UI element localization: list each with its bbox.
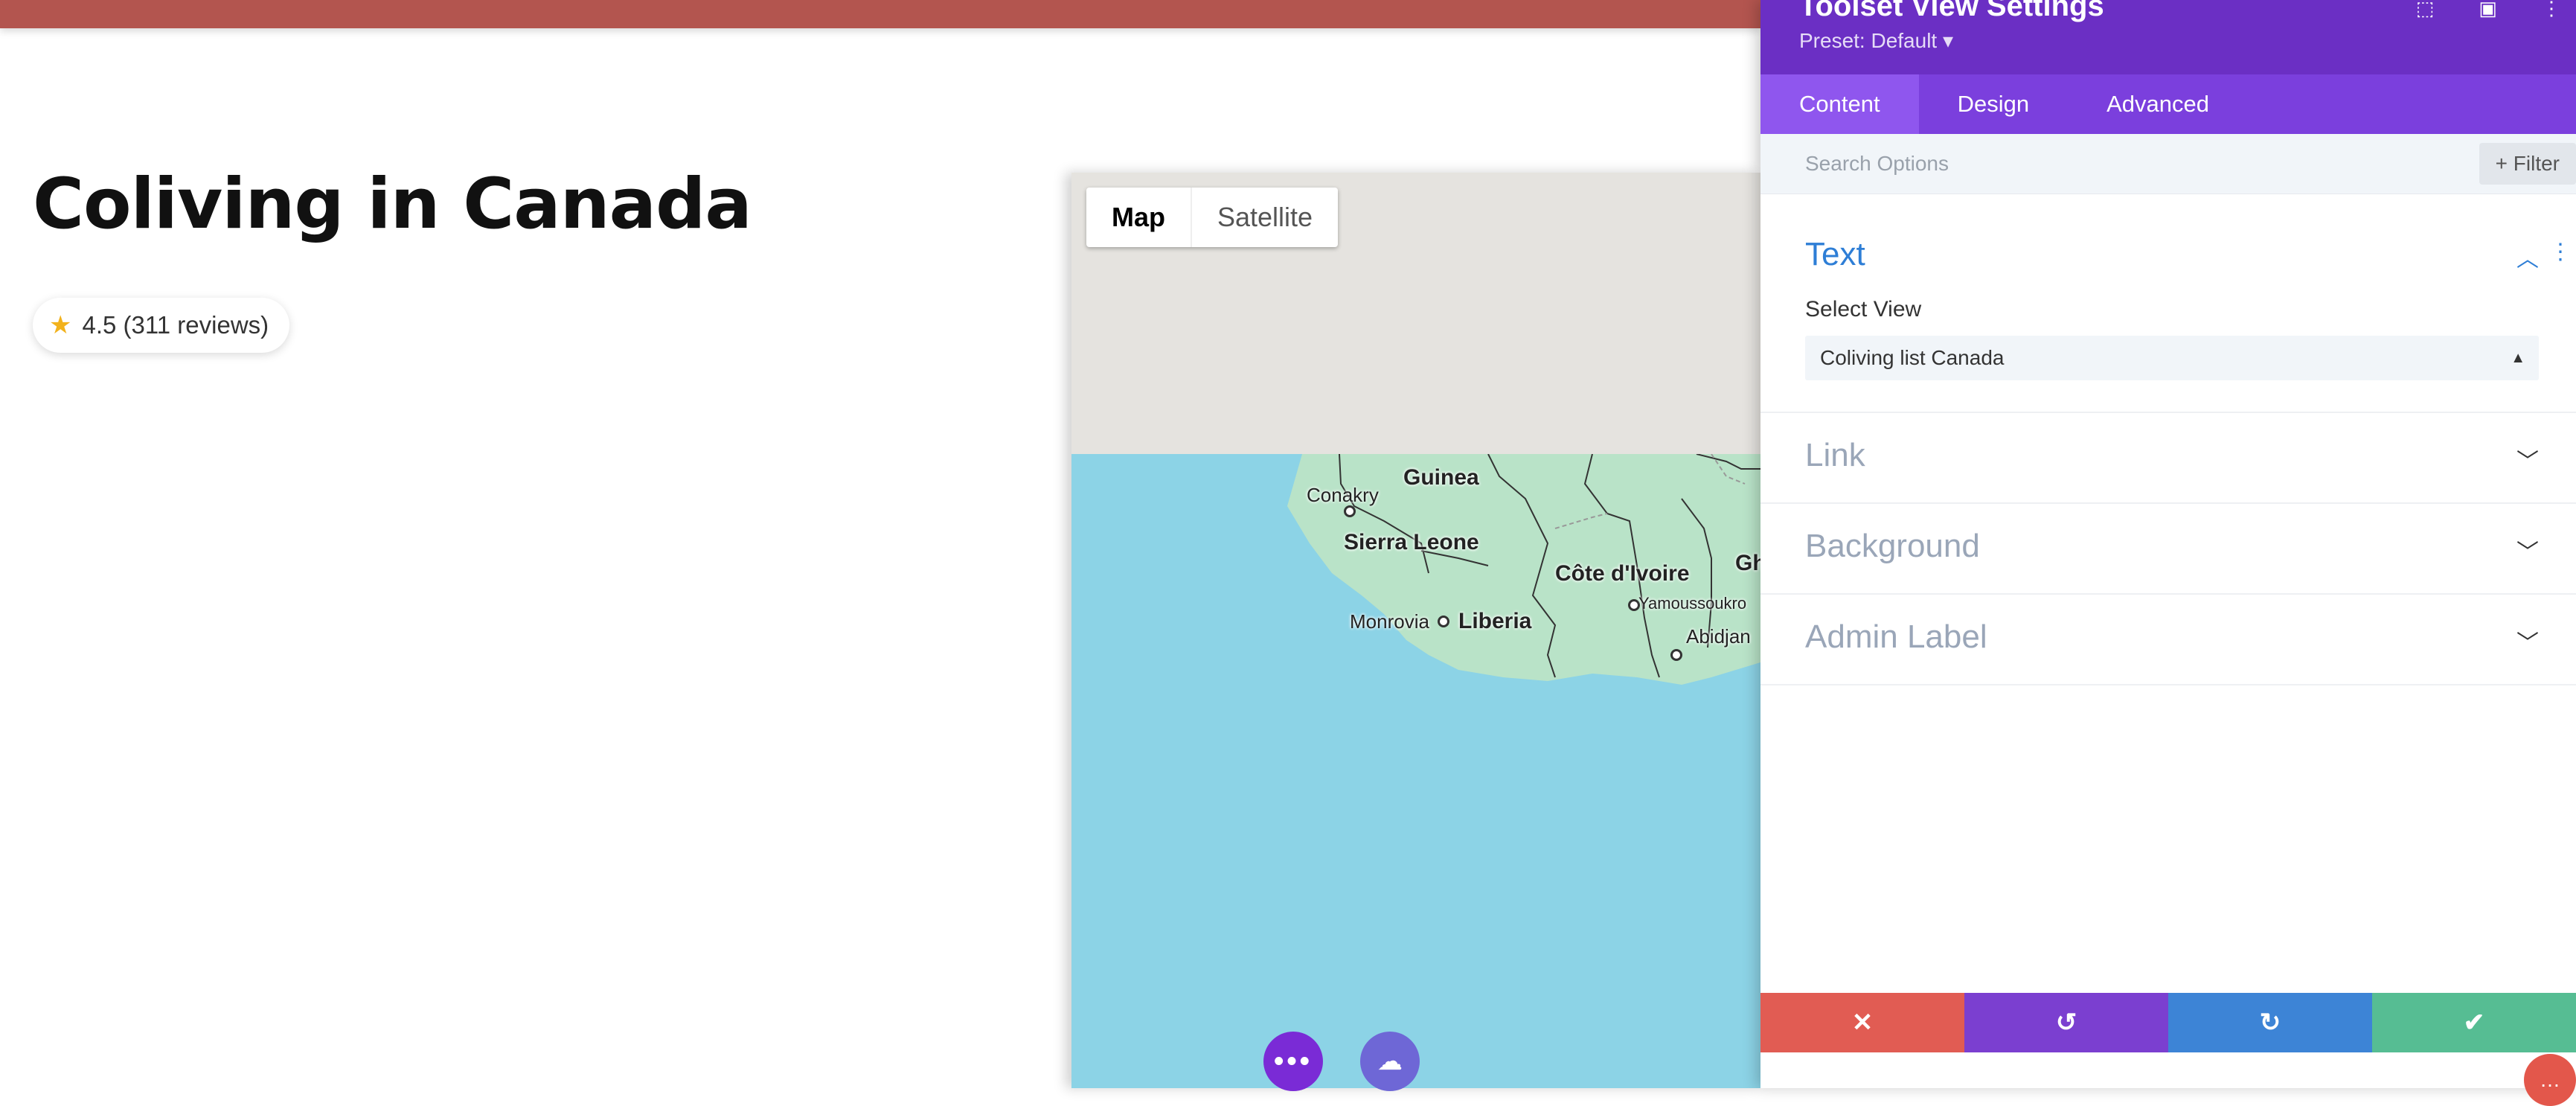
chevron-down-icon: ﹀ xyxy=(2516,631,2539,656)
filter-button[interactable]: + Filter xyxy=(2479,143,2576,185)
map-label-guinea: Guinea xyxy=(1403,465,1479,490)
panel-header: Toolset View Settings Preset: Default ▾ … xyxy=(1760,0,2576,74)
close-icon: ✕ xyxy=(1851,1008,1874,1037)
satellite-button[interactable]: Satellite xyxy=(1192,188,1338,247)
map-label-liberia: Liberia xyxy=(1458,609,1532,633)
map-label-yamoussoukro: Yamoussoukro xyxy=(1638,594,1747,613)
tab-design[interactable]: Design xyxy=(1919,74,2069,134)
section-text: Text ︿ ⋮ Select View Coliving list Canad… xyxy=(1760,194,2576,413)
redo-icon: ↻ xyxy=(2259,1008,2281,1037)
undo-button[interactable]: ↺ xyxy=(1964,993,2168,1052)
search-options-bar: Search Options + Filter xyxy=(1760,134,2576,194)
portability-button[interactable]: ☁ xyxy=(1360,1032,1420,1091)
layout-icon[interactable]: ▣ xyxy=(2479,0,2497,20)
discard-button[interactable]: ✕ xyxy=(1760,993,1964,1052)
select-arrows-icon: ▲ xyxy=(2511,350,2525,366)
panel-header-icons: ⬚ ▣ ⋮ xyxy=(2416,0,2561,20)
help-chat-button[interactable]: … xyxy=(2524,1054,2576,1106)
select-view-value: Coliving list Canada xyxy=(1820,346,2005,369)
map-button[interactable]: Map xyxy=(1086,188,1192,247)
ellipsis-icon: ••• xyxy=(1274,1045,1313,1077)
section-link-title: Link xyxy=(1805,437,1865,473)
undo-icon: ↺ xyxy=(2055,1008,2077,1037)
chevron-up-icon[interactable]: ︿ xyxy=(2516,240,2539,273)
layers-icon: ☁ xyxy=(1377,1047,1403,1075)
chevron-down-icon: ﹀ xyxy=(2516,540,2539,565)
section-link[interactable]: Link ﹀ xyxy=(1760,413,2576,504)
map-type-toggle: Map Satellite xyxy=(1086,188,1339,247)
page-title: Coliving in Canada xyxy=(33,164,752,245)
section-background-title: Background xyxy=(1805,528,1980,564)
search-options-input[interactable]: Search Options xyxy=(1805,134,1949,194)
section-admin-label-title: Admin Label xyxy=(1805,618,1987,655)
star-icon: ★ xyxy=(49,311,72,339)
map-view[interactable]: Map Satellite Guinea Conakry Sierra Leon… xyxy=(1071,173,1760,1088)
redo-button[interactable]: ↻ xyxy=(2168,993,2372,1052)
city-dot-abidjan xyxy=(1670,649,1682,661)
select-view-label: Select View xyxy=(1805,297,1922,322)
tab-advanced[interactable]: Advanced xyxy=(2068,74,2248,134)
rating-badge: ★ 4.5 (311 reviews) xyxy=(33,298,290,353)
map-label-ghana-partial: Gh xyxy=(1735,551,1760,575)
section-admin-label[interactable]: Admin Label ﹀ xyxy=(1760,595,2576,685)
map-label-abidjan: Abidjan xyxy=(1686,625,1751,648)
select-view-dropdown[interactable]: Coliving list Canada ▲ xyxy=(1805,336,2539,380)
settings-panel: Toolset View Settings Preset: Default ▾ … xyxy=(1760,0,2576,1088)
preset-dropdown[interactable]: Preset: Default ▾ xyxy=(1799,28,1953,53)
check-icon: ✔ xyxy=(2463,1008,2485,1037)
panel-tabs: Content Design Advanced xyxy=(1760,74,2576,134)
section-more-icon[interactable]: ⋮ xyxy=(2549,239,2572,265)
panel-title: Toolset View Settings xyxy=(1799,0,2104,22)
map-label-monrovia: Monrovia xyxy=(1350,610,1429,633)
more-options-button[interactable]: ••• xyxy=(1263,1032,1323,1091)
city-dot-conakry xyxy=(1344,505,1356,517)
chat-icon: … xyxy=(2540,1068,2560,1091)
expand-icon[interactable]: ⬚ xyxy=(2416,0,2435,20)
map-label-cote-divoire: Côte d'Ivoire xyxy=(1555,561,1690,586)
map-label-sierra-leone: Sierra Leone xyxy=(1344,530,1479,554)
section-background[interactable]: Background ﹀ xyxy=(1760,504,2576,595)
city-dot-monrovia xyxy=(1438,616,1449,627)
chevron-down-icon: ﹀ xyxy=(2516,450,2539,474)
panel-footer: ✕ ↺ ↻ ✔ xyxy=(1760,993,2576,1052)
rating-text: 4.5 (311 reviews) xyxy=(82,311,269,339)
top-toolbar xyxy=(0,0,1760,28)
map-label-conakry: Conakry xyxy=(1307,484,1379,506)
tab-content[interactable]: Content xyxy=(1760,74,1919,134)
save-button[interactable]: ✔ xyxy=(2372,993,2576,1052)
section-text-title[interactable]: Text xyxy=(1805,236,1865,273)
more-vertical-icon[interactable]: ⋮ xyxy=(2542,0,2561,20)
